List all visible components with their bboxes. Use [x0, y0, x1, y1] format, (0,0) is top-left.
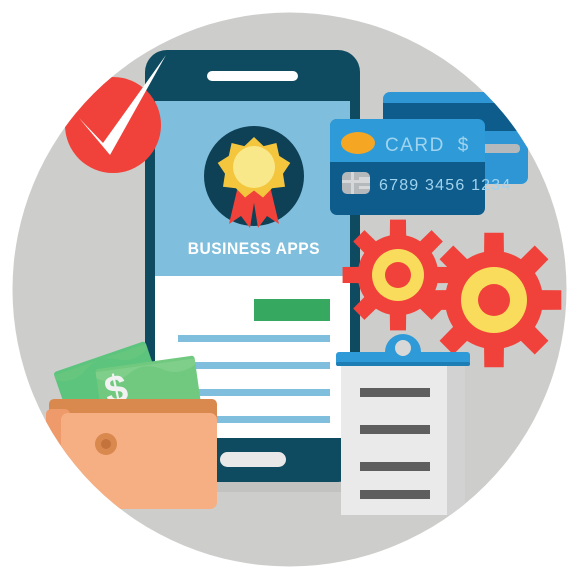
clipboard-clip-bar-shadow	[336, 362, 470, 366]
wallet-front	[61, 413, 217, 509]
credit-card-chip	[342, 172, 370, 194]
credit-card-currency-symbol: $	[458, 135, 469, 156]
gear-hole	[385, 262, 411, 288]
award-star-center	[233, 146, 275, 188]
clipboard-line	[360, 388, 430, 397]
phone-screen-title: BUSINESS APPS	[188, 239, 320, 258]
clipboard-line	[360, 462, 430, 471]
gear-hole	[478, 284, 510, 316]
content-highlight-bar	[254, 299, 330, 321]
checkmark-circle	[65, 77, 161, 173]
clipboard-line	[360, 490, 430, 499]
clipboard-line	[360, 425, 430, 434]
content-line	[178, 389, 330, 396]
content-line	[178, 335, 330, 342]
content-line	[178, 362, 330, 369]
wallet[interactable]	[46, 399, 217, 509]
wallet-button-inner	[101, 439, 111, 449]
phone-home-button[interactable]	[220, 452, 286, 467]
gear-small	[342, 219, 454, 331]
credit-card-logo	[341, 132, 375, 154]
clipboard[interactable]	[336, 334, 470, 515]
credit-card-label: CARD	[385, 135, 445, 156]
credit-card-number: 6789 3456 1234	[379, 177, 511, 194]
credit-card-front[interactable]: CARD $ 6789 3456 1234	[330, 119, 511, 215]
illustration-canvas: BUSINESS APPS CARD $ 6789 3456 1234 $	[0, 0, 579, 579]
phone-speaker	[207, 71, 298, 81]
clipboard-clip-hole	[395, 340, 411, 356]
illustration-svg: BUSINESS APPS CARD $ 6789 3456 1234 $	[12, 12, 567, 567]
gear-large	[426, 232, 562, 368]
